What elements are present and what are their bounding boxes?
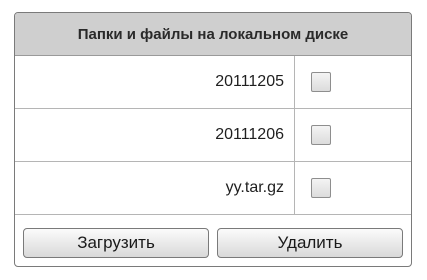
file-name: 20111205 bbox=[15, 56, 295, 108]
file-select-checkbox[interactable] bbox=[311, 72, 331, 92]
file-row: 20111205 bbox=[15, 56, 411, 109]
panel-title: Папки и файлы на локальном диске bbox=[15, 13, 411, 56]
file-name: 20111206 bbox=[15, 109, 295, 161]
local-disk-files-panel: Папки и файлы на локальном диске 2011120… bbox=[14, 12, 412, 267]
file-name: yy.tar.gz bbox=[15, 162, 295, 214]
checkbox-cell bbox=[295, 162, 411, 214]
delete-button[interactable]: Удалить bbox=[217, 228, 403, 258]
file-row: 20111206 bbox=[15, 109, 411, 162]
button-bar: Загрузить Удалить bbox=[15, 220, 411, 266]
file-select-checkbox[interactable] bbox=[311, 125, 331, 145]
checkbox-cell bbox=[295, 56, 411, 108]
file-select-checkbox[interactable] bbox=[311, 178, 331, 198]
upload-button[interactable]: Загрузить bbox=[23, 228, 209, 258]
file-row: yy.tar.gz bbox=[15, 162, 411, 215]
checkbox-cell bbox=[295, 109, 411, 161]
